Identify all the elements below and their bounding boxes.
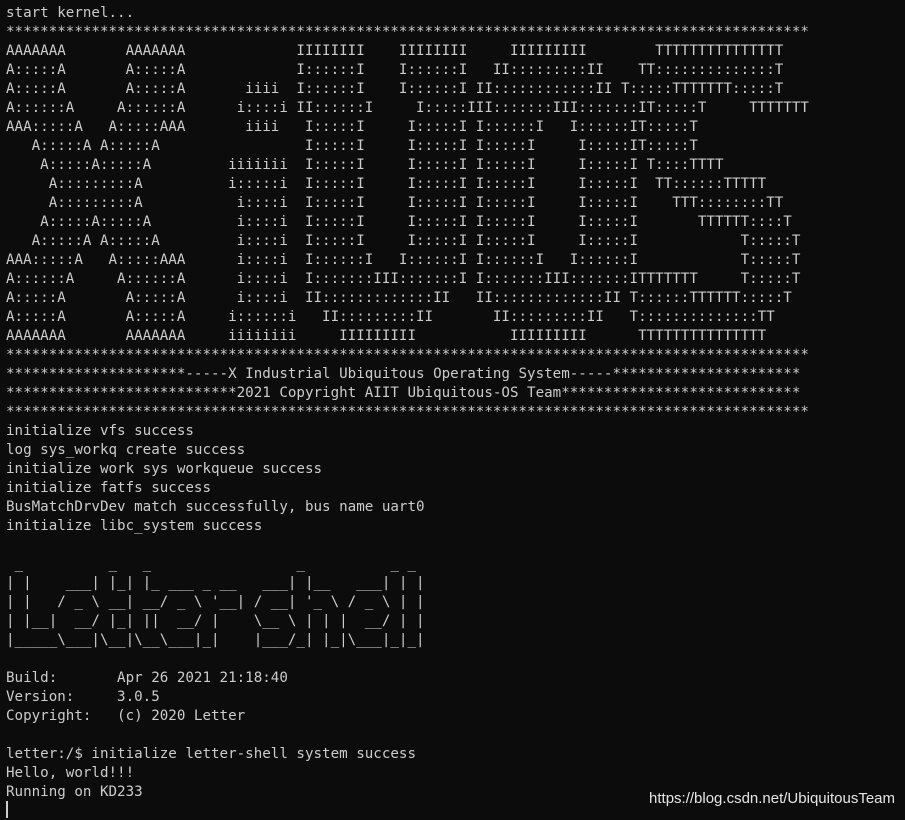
terminal-line: _ _ _ _ _ _ xyxy=(6,556,416,572)
terminal-line: AAA:::::A A:::::AAA iiii I:::::I I:::::I… xyxy=(6,119,698,135)
terminal-line: A:::::A A:::::A i::::::i II:::::::::II I… xyxy=(6,309,775,325)
terminal-line: Copyright: (c) 2020 Letter xyxy=(6,708,246,724)
terminal-line: AAA:::::A A:::::AAA i::::i I::::::I I:::… xyxy=(6,252,801,268)
terminal-line: A:::::::::A i:::::i I:::::I I:::::I I:::… xyxy=(6,176,767,192)
terminal-line: initialize vfs success xyxy=(6,423,194,439)
terminal-line: initialize libc_system success xyxy=(6,518,263,534)
terminal-line: start kernel... xyxy=(6,5,135,21)
terminal-line: A::::::A A::::::A i::::i II::::::I I::::… xyxy=(6,100,809,116)
terminal-line: initialize work sys workqueue success xyxy=(6,461,323,477)
terminal-line: letter:/$ initialize letter-shell system… xyxy=(6,746,416,762)
terminal-line: ***************************2021 Copyrigh… xyxy=(6,385,801,401)
terminal-line: ****************************************… xyxy=(6,404,809,420)
terminal-line: | | / _ \ __| __/ _ \ '__| / __| '_ \ / … xyxy=(6,594,425,610)
terminal-line: AAAAAAA AAAAAAA IIIIIIII IIIIIIII IIIIII… xyxy=(6,43,784,59)
watermark-text: https://blog.csdn.net/UbiquitousTeam xyxy=(649,790,895,807)
terminal-output[interactable]: start kernel... *************************… xyxy=(6,4,901,816)
terminal-line: A:::::A A:::::A I:::::I I:::::I I:::::I … xyxy=(6,138,698,154)
terminal-line: | |__| __/ |_| || __/ | \__ \ | | | __/ … xyxy=(6,613,425,629)
terminal-line: Hello, world!!! xyxy=(6,765,135,781)
terminal-line: A:::::::::A i::::i I:::::I I:::::I I::::… xyxy=(6,195,784,211)
terminal-line: AAAAAAA AAAAAAA iiiiiiii IIIIIIIII IIIII… xyxy=(6,328,767,344)
terminal-line: log sys_workq create success xyxy=(6,442,246,458)
terminal-line: |_____\___|\__|\__\___|_| |___/_| |_|\__… xyxy=(6,632,425,648)
terminal-line: *********************-----X Industrial U… xyxy=(6,366,801,382)
terminal-line: A:::::A A:::::A I::::::I I::::::I II::::… xyxy=(6,62,784,78)
terminal-line: A:::::A A:::::A i::::i II:::::::::::::II… xyxy=(6,290,792,306)
terminal-line: initialize fatfs success xyxy=(6,480,211,496)
terminal-line: ****************************************… xyxy=(6,347,809,363)
terminal-line: ****************************************… xyxy=(6,24,809,40)
terminal-line: Build: Apr 26 2021 21:18:40 xyxy=(6,670,288,686)
terminal-line: A:::::A:::::A i::::i I:::::I I:::::I I::… xyxy=(6,214,792,230)
terminal-line: A:::::A A:::::A i::::i I:::::I I:::::I I… xyxy=(6,233,801,249)
terminal-line: BusMatchDrvDev match successfully, bus n… xyxy=(6,499,425,515)
terminal-line: A:::::A:::::A iiiiiii I:::::I I:::::I I:… xyxy=(6,157,724,173)
text-cursor xyxy=(6,801,8,818)
terminal-line: | | ___| |_| |_ ___ _ __ ___| |__ ___| |… xyxy=(6,575,425,591)
terminal-line: Version: 3.0.5 xyxy=(6,689,160,705)
terminal-line: A::::::A A::::::A i::::i I:::::::III::::… xyxy=(6,271,801,287)
terminal-line: A:::::A A:::::A iiii I::::::I I::::::I I… xyxy=(6,81,784,97)
